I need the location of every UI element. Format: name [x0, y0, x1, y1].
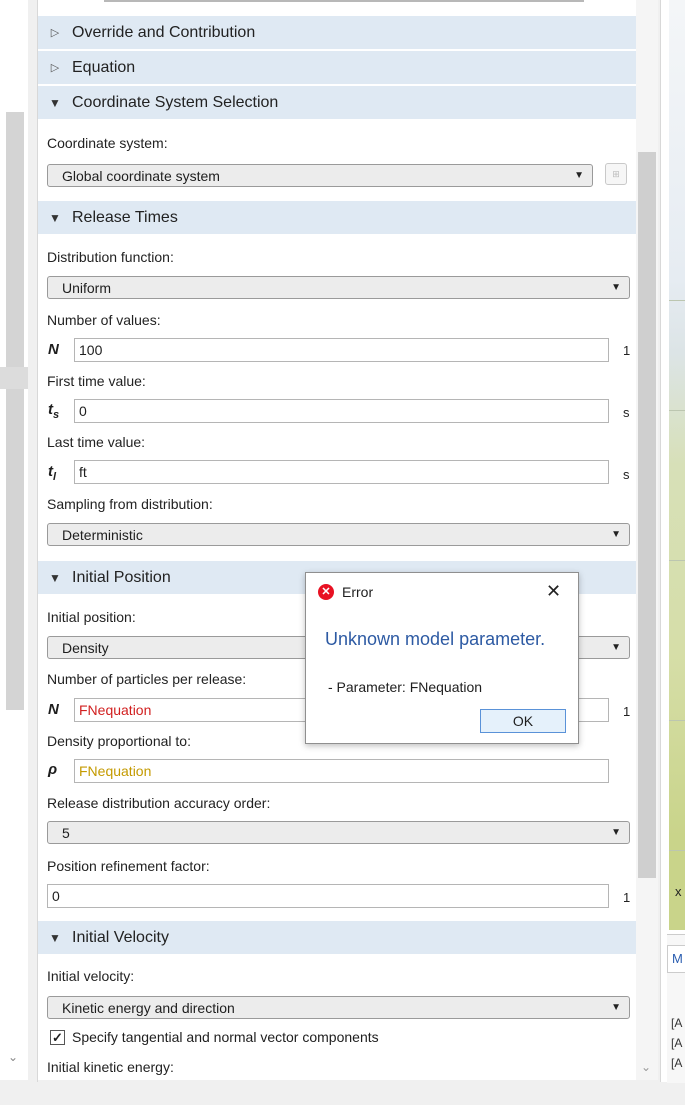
section-title: Initial Position — [72, 568, 171, 586]
panel-scrollbar[interactable]: ⌄ — [636, 0, 658, 1080]
tangential-normal-checkbox[interactable]: ✓ — [50, 1030, 65, 1045]
accuracy-order-label: Release distribution accuracy order: — [47, 795, 271, 811]
triangle-right-icon: ▷ — [50, 62, 60, 74]
left-scrollbar-thumb[interactable] — [6, 112, 24, 710]
log-line: [A — [671, 1056, 683, 1070]
section-title: Override and Contribution — [72, 23, 256, 41]
initial-velocity-label: Initial velocity: — [47, 968, 135, 984]
log-line: [A — [671, 1036, 683, 1050]
refinement-factor-unit: 1 — [623, 890, 631, 905]
triangle-right-icon: ▷ — [50, 27, 60, 39]
dialog-titlebar: ✕ Error ✕ — [306, 573, 578, 611]
dropdown-arrow-icon: ▼ — [611, 282, 621, 293]
graphics-canvas[interactable] — [669, 0, 685, 930]
distribution-function-label: Distribution function: — [47, 249, 174, 265]
accuracy-order-select[interactable]: 5 ▼ — [47, 821, 630, 844]
triangle-down-icon: ▼ — [49, 95, 61, 110]
triangle-down-icon: ▼ — [49, 930, 61, 945]
select-value: Deterministic — [62, 526, 143, 543]
section-title: Release Times — [72, 208, 178, 226]
section-equation[interactable]: ▷ Equation — [38, 51, 636, 84]
triangle-down-icon: ▼ — [49, 570, 61, 585]
dropdown-arrow-icon: ▼ — [611, 1002, 621, 1013]
select-value: Density — [62, 639, 109, 656]
chevron-down-icon[interactable]: ⌄ — [641, 1060, 651, 1074]
first-time-value-input[interactable]: 0 — [74, 399, 609, 423]
dialog-message: Unknown model parameter. — [325, 629, 546, 649]
number-of-values-unit: 1 — [623, 343, 631, 358]
section-title: Equation — [72, 58, 136, 76]
splitter-handle[interactable] — [0, 367, 28, 389]
geometry-edge — [669, 410, 685, 411]
refinement-factor-input[interactable]: 0 — [47, 884, 609, 908]
distribution-function-select[interactable]: Uniform ▼ — [47, 276, 630, 299]
select-value: 5 — [62, 824, 70, 841]
dialog-detail: - Parameter: FNequation — [328, 679, 483, 695]
messages-tab[interactable]: M — [667, 945, 685, 973]
first-time-value-label: First time value: — [47, 373, 146, 389]
checkmark-icon: ✓ — [52, 1030, 63, 1045]
last-time-symbol: tl — [48, 463, 57, 483]
number-of-values-input[interactable]: 100 — [74, 338, 609, 362]
density-proportional-label: Density proportional to: — [47, 733, 191, 749]
geometry-edge — [669, 300, 685, 301]
splitter[interactable] — [28, 0, 38, 1082]
density-symbol: ρ — [48, 761, 58, 778]
tangential-normal-label: Specify tangential and normal vector com… — [72, 1029, 379, 1045]
sampling-label: Sampling from distribution: — [47, 496, 213, 512]
dialog-title: Error — [342, 584, 374, 600]
chevron-down-icon[interactable]: ⌄ — [8, 1050, 18, 1064]
last-time-unit: s — [623, 467, 630, 482]
initial-velocity-select[interactable]: Kinetic energy and direction ▼ — [47, 996, 630, 1019]
section-title: Initial Velocity — [72, 928, 169, 946]
geometry-edge — [669, 560, 685, 561]
coordinate-system-button[interactable]: ⊞ — [605, 163, 627, 185]
particles-per-release-label: Number of particles per release: — [47, 671, 247, 687]
axis-label-x: x — [675, 884, 682, 899]
graphics-window: x M [A [A [A — [660, 0, 685, 1083]
particles-unit: 1 — [623, 704, 631, 719]
select-value: Global coordinate system — [62, 167, 220, 184]
select-value: Kinetic energy and direction — [62, 999, 235, 1016]
triangle-down-icon: ▼ — [49, 210, 61, 225]
number-of-values-symbol: N — [48, 341, 59, 358]
left-panel: ⌄ — [0, 0, 28, 1080]
section-title: Coordinate System Selection — [72, 93, 279, 111]
coordinate-icon: ⊞ — [612, 168, 620, 179]
section-release-times[interactable]: ▼ Release Times — [38, 201, 636, 234]
geometry-edge — [669, 720, 685, 721]
coordinate-system-label: Coordinate system: — [47, 135, 168, 151]
last-time-value-input[interactable]: ft — [74, 460, 609, 484]
dropdown-arrow-icon: ▼ — [611, 642, 621, 653]
error-dialog: ✕ Error ✕ Unknown model parameter. - Par… — [305, 572, 579, 744]
last-time-value-label: Last time value: — [47, 434, 146, 450]
number-of-values-label: Number of values: — [47, 312, 161, 328]
refinement-factor-label: Position refinement factor: — [47, 858, 210, 874]
toolbar-remnant — [104, 0, 584, 2]
select-value: Uniform — [62, 279, 112, 296]
section-initial-velocity[interactable]: ▼ Initial Velocity — [38, 921, 636, 954]
section-override-contribution[interactable]: ▷ Override and Contribution — [38, 16, 636, 49]
first-time-symbol: ts — [48, 401, 60, 421]
close-icon[interactable]: ✕ — [546, 581, 561, 602]
section-coordinate-system[interactable]: ▼ Coordinate System Selection — [38, 86, 636, 119]
settings-panel: ▷ Override and Contribution ▷ Equation ▼… — [38, 0, 658, 1080]
density-proportional-input[interactable]: FNequation — [74, 759, 609, 783]
geometry-edge — [669, 850, 685, 851]
sampling-select[interactable]: Deterministic ▼ — [47, 523, 630, 546]
ok-button[interactable]: OK — [480, 709, 566, 733]
initial-position-label: Initial position: — [47, 609, 136, 625]
initial-kinetic-energy-label: Initial kinetic energy: — [47, 1059, 174, 1075]
panel-scrollbar-thumb[interactable] — [638, 152, 656, 878]
log-line: [A — [671, 1016, 683, 1030]
particles-symbol: N — [48, 701, 59, 718]
first-time-unit: s — [623, 405, 630, 420]
dropdown-arrow-icon: ▼ — [574, 170, 584, 181]
error-icon: ✕ — [318, 584, 334, 600]
dropdown-arrow-icon: ▼ — [611, 529, 621, 540]
dropdown-arrow-icon: ▼ — [611, 827, 621, 838]
coordinate-system-select[interactable]: Global coordinate system ▼ — [47, 164, 593, 187]
